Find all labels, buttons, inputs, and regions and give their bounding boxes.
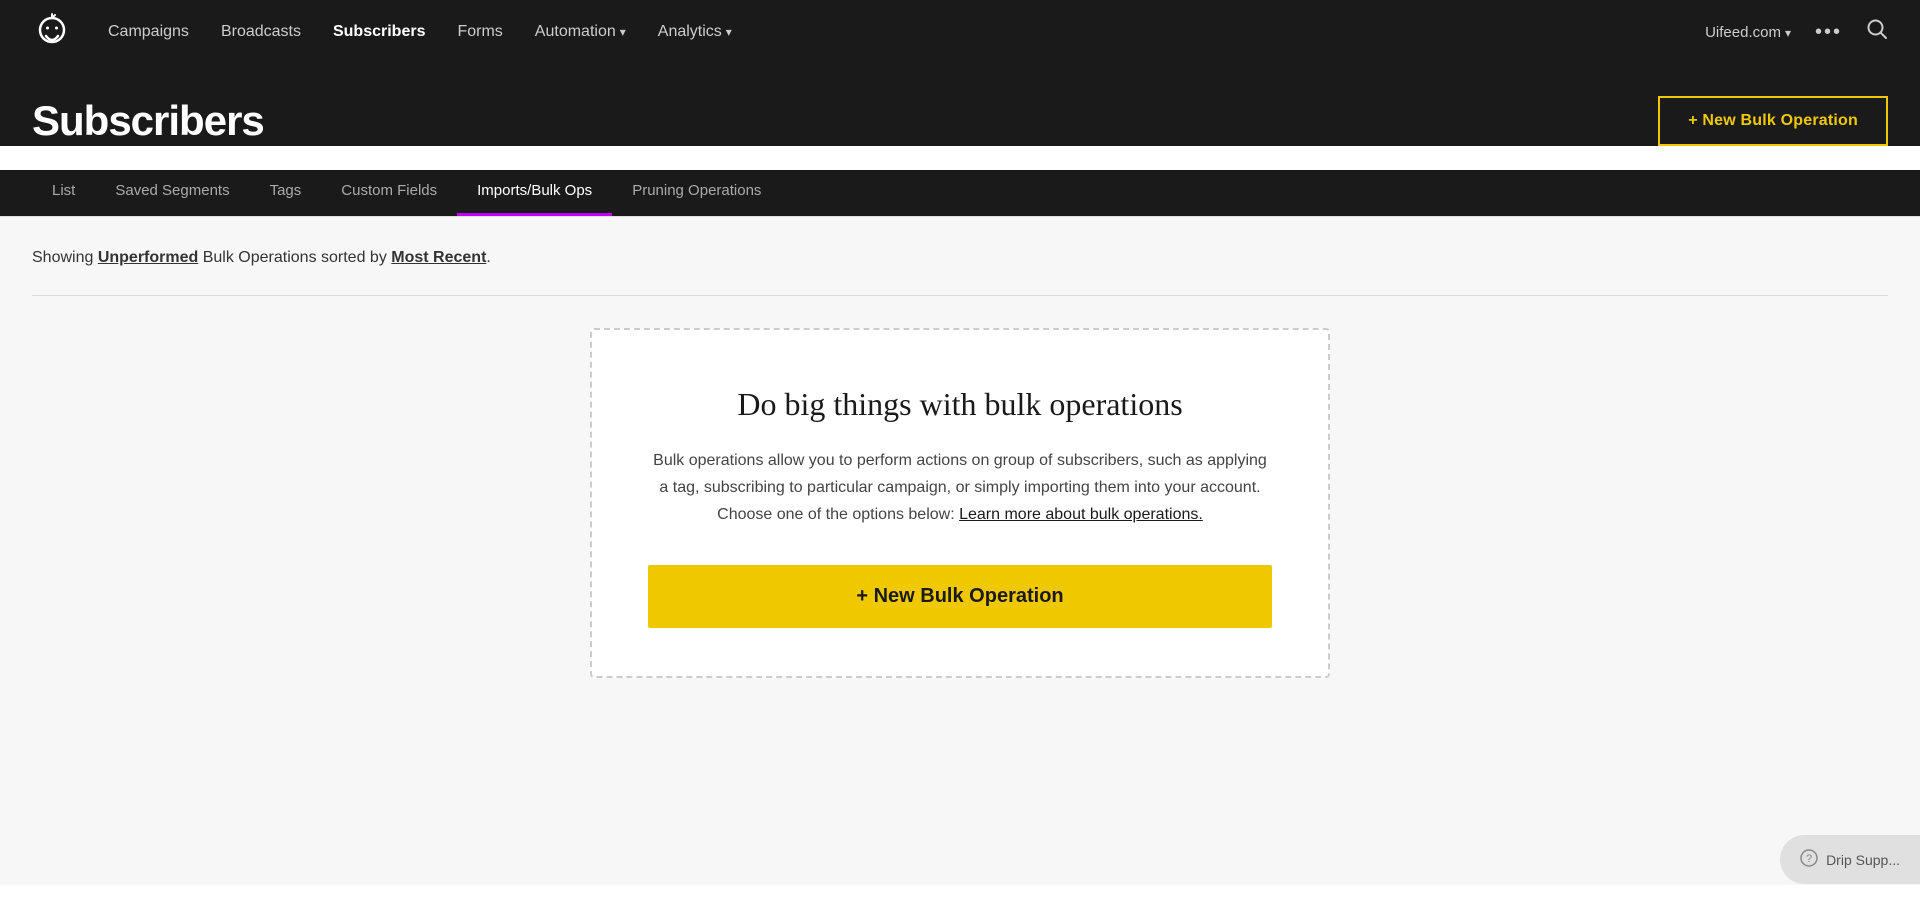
analytics-chevron-icon [726,23,732,41]
drip-support-widget[interactable]: ? Drip Supp... [1780,835,1920,884]
nav-right: Uifeed.com ••• [1705,18,1888,46]
content-divider [32,295,1888,296]
support-label: Drip Supp... [1826,852,1900,868]
tab-custom-fields[interactable]: Custom Fields [321,170,457,216]
nav-automation[interactable]: Automation [535,23,626,41]
filter-unperformed: Unperformed [98,249,198,266]
empty-state-description: Bulk operations allow you to perform act… [648,447,1272,529]
support-icon: ? [1800,849,1818,870]
new-bulk-operation-button[interactable]: + New Bulk Operation [648,565,1272,628]
nav-links: Campaigns Broadcasts Subscribers Forms A… [108,23,1705,41]
filter-description: Showing Unperformed Bulk Operations sort… [32,249,1888,267]
learn-more-link[interactable]: Learn more about bulk operations. [959,506,1203,523]
page-header: Subscribers + New Bulk Operation [0,64,1920,146]
domain-chevron-icon [1785,24,1791,41]
search-icon[interactable] [1866,18,1888,46]
new-bulk-operation-header-button[interactable]: + New Bulk Operation [1658,96,1888,146]
tab-list[interactable]: List [32,170,95,216]
tab-saved-segments[interactable]: Saved Segments [95,170,249,216]
filter-most-recent: Most Recent [391,249,486,266]
empty-state-title: Do big things with bulk operations [648,386,1272,423]
tab-pruning-operations[interactable]: Pruning Operations [612,170,781,216]
tab-tags[interactable]: Tags [250,170,322,216]
nav-subscribers[interactable]: Subscribers [333,23,425,41]
tabs-bar: List Saved Segments Tags Custom Fields I… [0,170,1920,216]
page-title: Subscribers [32,97,264,145]
logo[interactable] [32,12,72,52]
empty-state-card: Do big things with bulk operations Bulk … [590,328,1330,678]
main-nav: Campaigns Broadcasts Subscribers Forms A… [0,0,1920,64]
automation-chevron-icon [620,23,626,41]
svg-text:?: ? [1806,853,1812,865]
tab-imports-bulk-ops[interactable]: Imports/Bulk Ops [457,170,612,216]
domain-selector[interactable]: Uifeed.com [1705,24,1791,41]
nav-broadcasts[interactable]: Broadcasts [221,23,301,41]
nav-forms[interactable]: Forms [457,23,502,41]
main-content: Showing Unperformed Bulk Operations sort… [0,217,1920,885]
nav-campaigns[interactable]: Campaigns [108,23,189,41]
more-options-button[interactable]: ••• [1815,21,1842,44]
nav-analytics[interactable]: Analytics [658,23,732,41]
